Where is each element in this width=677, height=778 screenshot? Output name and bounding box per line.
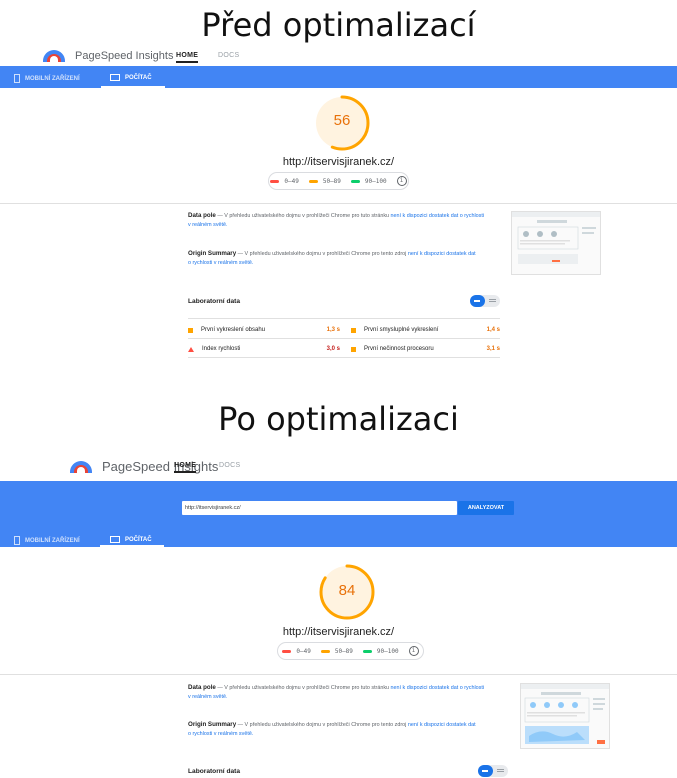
score-legend: 0–49 50–89 90–100 i xyxy=(277,642,424,660)
desktop-icon xyxy=(110,74,120,81)
tab-desktop-label: POČÍTAČ xyxy=(125,74,152,81)
metric-value: 1,3 s xyxy=(326,327,340,333)
info-icon[interactable]: i xyxy=(408,646,419,656)
metrics-divider xyxy=(188,338,500,339)
info-icon[interactable]: i xyxy=(396,176,407,186)
tab-mobile[interactable]: MOBILNÍ ZAŘÍZENÍ xyxy=(14,536,80,545)
metric-value: 3,1 s xyxy=(486,346,500,352)
legend-orange-marker xyxy=(308,179,318,183)
metric-speed-index: Index rychlosti xyxy=(188,346,240,352)
metric-fcp: První vykreslení obsahu xyxy=(188,327,265,333)
view-toggle[interactable] xyxy=(478,765,508,777)
origin-summary-section: Origin Summary — V přehledu uživatelskéh… xyxy=(188,249,478,268)
legend-green-marker xyxy=(350,179,360,183)
field-data-section: Data pole — V přehledu uživatelského doj… xyxy=(188,211,488,230)
metric-label: První vykreslení obsahu xyxy=(201,327,266,333)
legend-orange: 50–89 xyxy=(334,647,353,655)
before-heading: Před optimalizací xyxy=(201,6,476,44)
page-screenshot-thumbnail xyxy=(511,211,601,275)
orange-square-icon xyxy=(188,327,193,333)
pagespeed-logo-icon xyxy=(70,460,92,473)
field-data-text: — V přehledu uživatelského dojmu v prohl… xyxy=(217,685,390,691)
thumbnail-preview xyxy=(521,684,609,744)
metric-value: 1,4 s xyxy=(486,327,500,333)
lab-data-title: Laboratorní data xyxy=(188,768,241,775)
metric-label: První smysluplné vykreslení xyxy=(364,327,439,333)
red-triangle-icon xyxy=(188,346,194,352)
desktop-icon xyxy=(110,536,120,543)
analyze-button[interactable]: ANALYZOVAT xyxy=(458,501,514,515)
orange-square-icon xyxy=(351,327,356,333)
nav-home-tab[interactable]: HOME xyxy=(174,462,197,473)
origin-summary-title: Origin Summary xyxy=(188,721,237,728)
metrics-divider xyxy=(188,318,500,319)
score-value: 56 xyxy=(333,112,351,129)
phone-icon xyxy=(14,536,20,545)
legend-green: 90–100 xyxy=(376,647,399,655)
origin-summary-section: Origin Summary — V přehledu uživatelskéh… xyxy=(188,720,478,739)
legend-orange-marker xyxy=(320,649,330,653)
after-heading: Po optimalizaci xyxy=(218,400,459,438)
pagespeed-logo-icon xyxy=(43,50,65,62)
legend-red-marker xyxy=(282,649,292,653)
metric-label: První nečinnost procesoru xyxy=(364,346,434,352)
metric-cpu-idle: První nečinnost procesoru xyxy=(351,346,434,352)
tab-mobile[interactable]: MOBILNÍ ZAŘÍZENÍ xyxy=(14,74,80,83)
score-value: 84 xyxy=(338,582,356,599)
tab-desktop[interactable]: POČÍTAČ xyxy=(110,536,152,543)
nav-home-tab[interactable]: HOME xyxy=(176,52,199,63)
url-input[interactable]: http://itservisjiranek.cz/ xyxy=(182,501,457,515)
view-toggle[interactable] xyxy=(470,295,500,307)
metrics-divider xyxy=(188,357,500,358)
legend-red-marker xyxy=(270,179,280,183)
tested-url: http://itservisjiranek.cz/ xyxy=(282,156,395,168)
nav-docs-tab[interactable]: DOCS xyxy=(218,52,239,59)
legend-red: 0–49 xyxy=(284,177,299,185)
lab-data-title: Laboratorní data xyxy=(188,298,241,305)
tab-mobile-label: MOBILNÍ ZAŘÍZENÍ xyxy=(25,537,80,544)
metric-fmp: První smysluplné vykreslení xyxy=(351,327,438,333)
nav-docs-tab[interactable]: DOCS xyxy=(219,462,240,469)
before-brand[interactable]: PageSpeed Insights xyxy=(43,50,173,62)
legend-green-marker xyxy=(362,649,372,653)
tab-mobile-label: MOBILNÍ ZAŘÍZENÍ xyxy=(25,75,80,82)
field-data-title: Data pole xyxy=(188,212,216,219)
phone-icon xyxy=(14,74,20,83)
active-tab-underline xyxy=(100,545,164,547)
tab-desktop-label: POČÍTAČ xyxy=(125,536,152,543)
legend-red: 0–49 xyxy=(296,647,311,655)
origin-summary-text: — V přehledu uživatelského dojmu v prohl… xyxy=(237,722,407,728)
score-legend: 0–49 50–89 90–100 i xyxy=(268,172,409,190)
brand-label: PageSpeed Insights xyxy=(75,50,174,62)
legend-green: 90–100 xyxy=(364,177,387,185)
field-data-title: Data pole xyxy=(188,684,216,691)
brand-label: PageSpeed Insights xyxy=(102,459,219,474)
field-data-section: Data pole — V přehledu uživatelského doj… xyxy=(188,683,488,702)
section-divider xyxy=(0,674,677,675)
legend-orange: 50–89 xyxy=(322,177,341,185)
section-divider xyxy=(0,203,677,204)
origin-summary-text: — V přehledu uživatelského dojmu v prohl… xyxy=(237,251,407,257)
before-device-bar xyxy=(0,66,677,88)
metric-value: 3,0 s xyxy=(326,346,340,352)
field-data-text: — V přehledu uživatelského dojmu v prohl… xyxy=(217,213,390,219)
thumbnail-preview xyxy=(512,212,600,264)
active-tab-underline xyxy=(101,86,165,88)
orange-square-icon xyxy=(351,346,356,352)
metric-label: Index rychlosti xyxy=(202,346,241,352)
page-screenshot-thumbnail xyxy=(520,683,610,749)
tested-url: http://itservisjiranek.cz/ xyxy=(282,626,395,638)
tab-desktop[interactable]: POČÍTAČ xyxy=(110,74,152,81)
origin-summary-title: Origin Summary xyxy=(188,250,237,257)
